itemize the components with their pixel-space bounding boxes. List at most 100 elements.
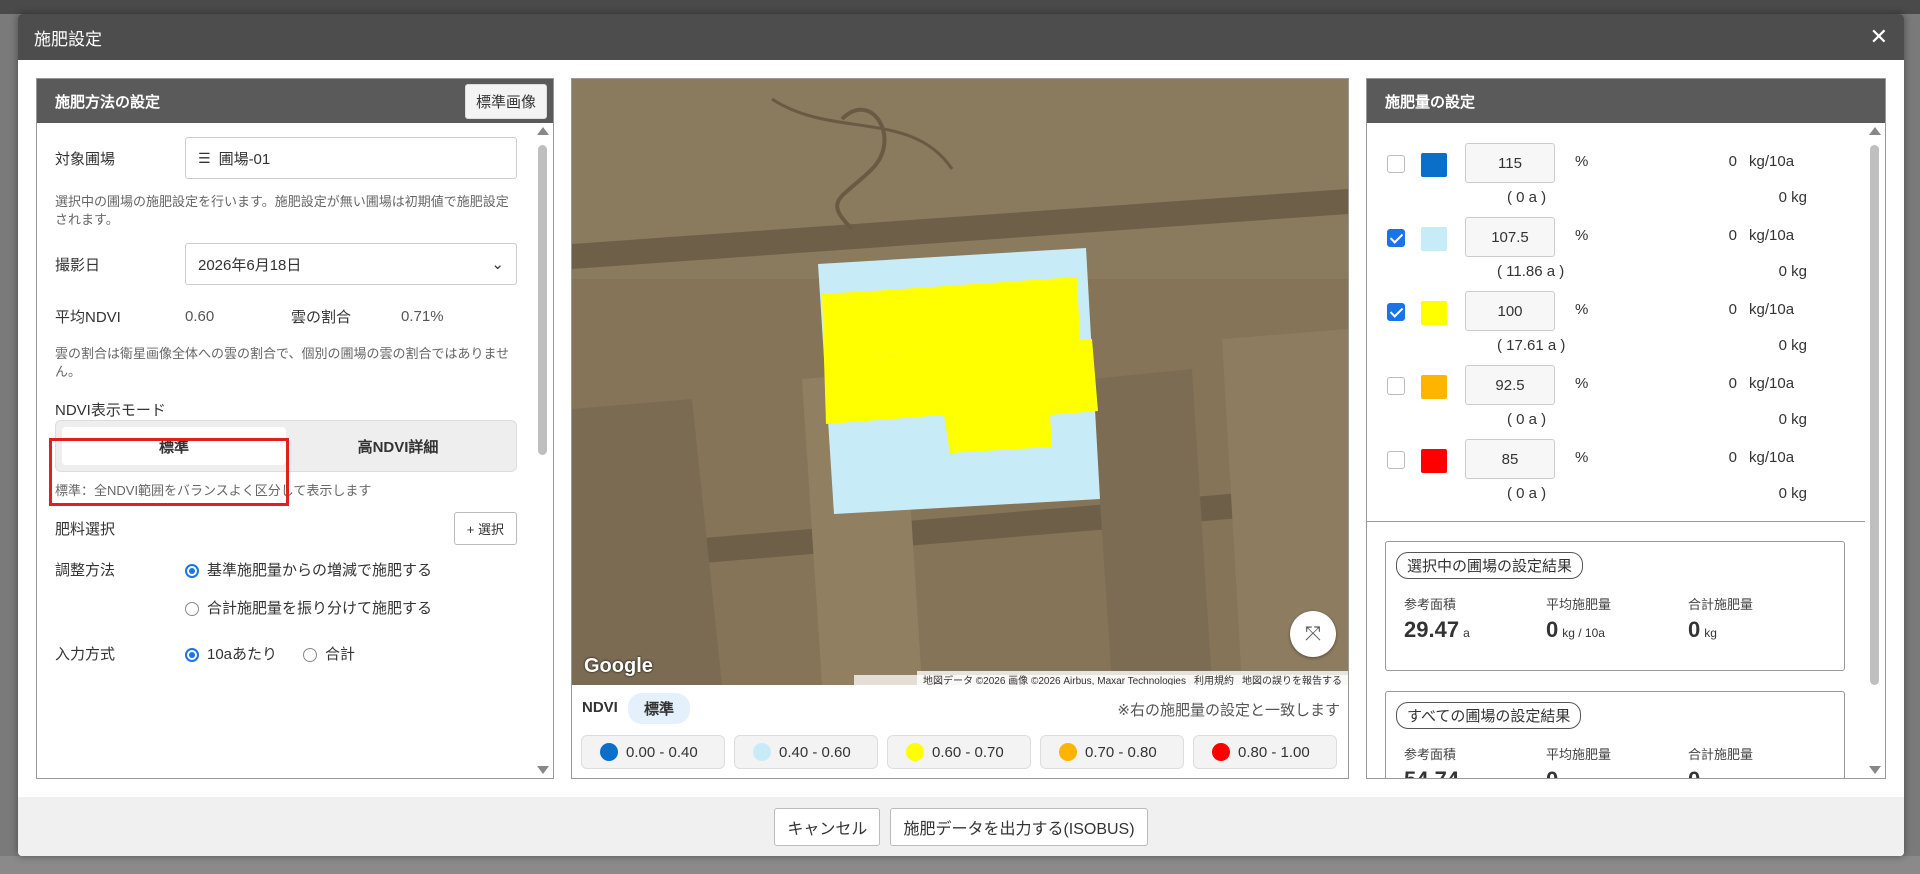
result-caption: 参考面積 xyxy=(1404,597,1457,612)
adjust-label: 調整方法 xyxy=(55,562,116,579)
scroll-thumb[interactable] xyxy=(1870,145,1879,685)
mode-high-ndvi-button[interactable]: 高NDVI詳細 xyxy=(286,427,510,465)
highlight-box xyxy=(49,438,289,506)
legend-chip: 0.80 - 1.00 xyxy=(1193,735,1337,769)
area-text: ( 0 a ) xyxy=(1507,485,1547,502)
result-area: 参考面積 29.47 a xyxy=(1404,594,1470,643)
legend-chip: 0.70 - 0.80 xyxy=(1040,735,1184,769)
scroll-thumb[interactable] xyxy=(538,145,547,455)
scroll-down-icon[interactable] xyxy=(1869,766,1881,774)
cloud-value: 0.71% xyxy=(401,307,444,325)
percent-input[interactable]: 85 xyxy=(1465,439,1555,479)
target-note: 選択中の圃場の施肥設定を行います。施肥設定が無い圃場は初期値で施肥設定されます。 xyxy=(55,194,509,227)
input-option-total[interactable]: 合計 xyxy=(303,643,355,664)
recenter-button[interactable]: ⤧ xyxy=(1290,611,1336,657)
area-text: ( 0 a ) xyxy=(1507,189,1547,206)
percent-input[interactable]: 115 xyxy=(1465,143,1555,183)
checkbox[interactable] xyxy=(1387,303,1405,321)
map-attribution: 地図データ ©2026 画像 ©2026 Airbus, Maxar Techn… xyxy=(923,676,1186,685)
color-swatch xyxy=(1421,449,1447,473)
color-swatch xyxy=(1421,375,1447,399)
total-value: 0 kg xyxy=(1778,189,1807,206)
right-scrollbar[interactable] xyxy=(1865,123,1885,778)
result-sum: 合計施肥量 0 xyxy=(1688,744,1753,778)
fertilizer-settings-modal: 施肥設定 ✕ 施肥方法の設定 標準画像 対象圃場 ☰ 圃場-01 選択中の圃場の… xyxy=(18,14,1904,856)
legend-dot xyxy=(1059,743,1077,761)
match-note: ※右の施肥量の設定と一致します xyxy=(1117,702,1340,719)
date-select[interactable]: 2026年6月18日 ⌄ xyxy=(185,243,517,285)
cloud-label: 雲の割合 xyxy=(291,308,352,326)
result-value: 0 xyxy=(1546,767,1611,778)
radio-on-icon xyxy=(185,648,199,663)
legend-range: 0.70 - 0.80 xyxy=(1085,743,1157,761)
checkbox[interactable] xyxy=(1387,155,1405,173)
export-isobus-button[interactable]: 施肥データを出力する(ISOBUS) xyxy=(890,807,1148,846)
percent-input[interactable]: 100 xyxy=(1465,291,1555,331)
result-tag: すべての圃場の設定結果 xyxy=(1396,702,1582,729)
checkbox[interactable] xyxy=(1387,451,1405,469)
checkbox[interactable] xyxy=(1387,229,1405,247)
avg-ndvi-label: 平均NDVI xyxy=(55,308,121,326)
result-caption: 平均施肥量 xyxy=(1546,597,1612,612)
result-caption: 合計施肥量 xyxy=(1688,747,1754,762)
input-option-per-10a-label: 10aあたり xyxy=(207,646,278,663)
map-terms-link[interactable]: 利用規約 xyxy=(1194,672,1234,685)
select-fertilizer-button[interactable]: + 選択 xyxy=(453,512,517,545)
radio-off-icon xyxy=(303,648,318,663)
rate-unit: kg/10a xyxy=(1749,449,1795,466)
map-report-link[interactable]: 地図の誤りを報告する xyxy=(1242,672,1342,685)
legend-dot xyxy=(753,743,771,761)
legend-dot xyxy=(600,743,618,761)
scroll-up-icon[interactable] xyxy=(1869,127,1881,135)
ndvi-label: NDVI xyxy=(582,699,618,716)
adjust-option-distribute[interactable]: 合計施肥量を振り分けて施肥する xyxy=(185,597,432,621)
area-text: ( 17.61 a ) xyxy=(1497,337,1566,354)
panel-header: 施肥方法の設定 標準画像 xyxy=(37,79,553,123)
rate-value: 0 xyxy=(1728,301,1737,318)
rate-row: 115 % ( 0 a ) 0 kg/10a 0 kg xyxy=(1367,139,1847,213)
total-value: 0 kg xyxy=(1778,263,1807,280)
left-scrollbar[interactable] xyxy=(533,123,553,778)
result-avg: 平均施肥量 0 kg / 10a xyxy=(1546,594,1611,643)
result-tag: 選択中の圃場の設定結果 xyxy=(1396,552,1584,579)
percent-input[interactable]: 92.5 xyxy=(1465,365,1555,405)
result-caption: 参考面積 xyxy=(1404,747,1457,762)
result-unit: a xyxy=(1463,626,1470,640)
rate-value: 0 xyxy=(1728,227,1737,244)
scroll-up-icon[interactable] xyxy=(537,127,549,135)
legend-range: 0.00 - 0.40 xyxy=(626,743,698,761)
cancel-button[interactable]: キャンセル xyxy=(774,807,881,846)
rate-unit: kg/10a xyxy=(1749,227,1795,244)
input-option-per-10a[interactable]: 10aあたり xyxy=(185,643,277,664)
satellite-map[interactable]: Google 地図データ ©2026 画像 ©2026 Airbus, Maxa… xyxy=(572,79,1348,685)
move-arrows-icon: ⤧ xyxy=(1305,622,1321,645)
close-icon[interactable]: ✕ xyxy=(1870,24,1888,50)
ndvi-overlay xyxy=(818,248,1100,514)
backdrop-footer xyxy=(0,856,1920,874)
result-value: 0 xyxy=(1546,617,1559,642)
legend-dot xyxy=(1212,743,1230,761)
result-number: 0 kg / 10a xyxy=(1546,617,1611,643)
scroll-down-icon[interactable] xyxy=(537,766,549,774)
adjust-option-increase[interactable]: 基準施肥量からの増減で施肥する xyxy=(185,559,432,583)
checkbox[interactable] xyxy=(1387,377,1405,395)
adjust-option-distribute-label: 合計施肥量を振り分けて施肥する xyxy=(207,600,433,617)
rate-row: 85 % ( 0 a ) 0 kg/10a 0 kg xyxy=(1367,435,1847,509)
legend-chip: 0.40 - 0.60 xyxy=(734,735,878,769)
percent-input[interactable]: 107.5 xyxy=(1465,217,1555,257)
ndvi-legend: NDVI 標準 ※右の施肥量の設定と一致します 0.00 - 0.40 0.40… xyxy=(572,685,1348,778)
target-field-selector[interactable]: ☰ 圃場-01 xyxy=(185,137,517,179)
ndvi-mode-label: NDVI表示モード xyxy=(55,402,166,419)
list-icon: ☰ xyxy=(198,149,211,166)
panel-header: 施肥量の設定 xyxy=(1367,79,1885,123)
legend-range: 0.60 - 0.70 xyxy=(932,743,1004,761)
standard-image-button[interactable]: 標準画像 xyxy=(464,83,547,119)
chevron-down-icon: ⌄ xyxy=(491,256,504,273)
legend-range: 0.40 - 0.60 xyxy=(779,743,851,761)
mode-badge: 標準 xyxy=(628,693,691,724)
legend-chip: 0.00 - 0.40 xyxy=(581,735,725,769)
result-avg: 平均施肥量 0 xyxy=(1546,744,1611,778)
total-value: 0 kg xyxy=(1778,337,1807,354)
modal-title: 施肥設定 xyxy=(34,29,102,49)
area-text: ( 11.86 a ) xyxy=(1497,263,1565,280)
